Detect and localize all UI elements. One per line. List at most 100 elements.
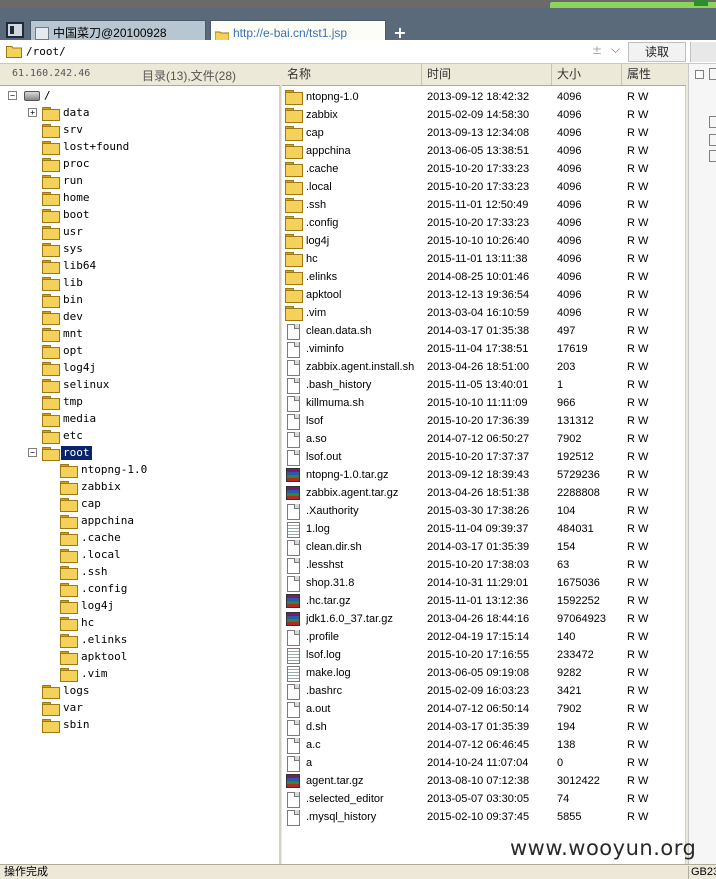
file-row[interactable]: .local 2015-10-20 17:33:23 4096 R W [282, 178, 686, 196]
file-row[interactable]: .profile 2012-04-19 17:15:14 140 R W [282, 628, 686, 646]
file-row[interactable]: zabbix.agent.tar.gz 2013-04-26 18:51:38 22… [282, 484, 686, 502]
column-header-name[interactable]: 名称 [282, 64, 422, 85]
column-header-attr[interactable]: 属性 [622, 64, 686, 85]
file-row[interactable]: jdk1.6.0_37.tar.gz 2013-04-26 18:44:16 970… [282, 610, 686, 628]
tree-item[interactable]: lib [0, 275, 281, 291]
tree-item[interactable]: − / [0, 88, 281, 104]
tree-item[interactable]: mnt [0, 326, 281, 342]
tree-item[interactable]: .ssh [0, 564, 281, 580]
expand-icon[interactable]: + [28, 108, 37, 117]
file-row[interactable]: apktool 2013-12-13 19:36:54 4096 R W [282, 286, 686, 304]
tree-item[interactable]: srv [0, 122, 281, 138]
tree-item[interactable]: proc [0, 156, 281, 172]
file-row[interactable]: .vim 2013-03-04 16:10:59 4096 R W [282, 304, 686, 322]
file-row[interactable]: ntopng-1.0.tar.gz 2013-09-12 18:39:43 5729… [282, 466, 686, 484]
file-row[interactable]: .bashrc 2015-02-09 16:03:23 3421 R W [282, 682, 686, 700]
tree-item[interactable]: zabbix [0, 479, 281, 495]
file-row[interactable]: lsof.out 2015-10-20 17:37:37 192512 R W [282, 448, 686, 466]
file-row[interactable]: a 2014-10-24 11:07:04 0 R W [282, 754, 686, 772]
tree-item[interactable]: lib64 [0, 258, 281, 274]
side-button[interactable] [709, 134, 716, 146]
tree-item[interactable]: log4j [0, 598, 281, 614]
tree-item[interactable]: sys [0, 241, 281, 257]
tree-item[interactable]: .elinks [0, 632, 281, 648]
file-row[interactable]: lsof 2015-10-20 17:36:39 131312 R W [282, 412, 686, 430]
tree-item[interactable]: appchina [0, 513, 281, 529]
file-row[interactable]: a.so 2014-07-12 06:50:27 7902 R W [282, 430, 686, 448]
file-row[interactable]: .viminfo 2015-11-04 17:38:51 17619 R W [282, 340, 686, 358]
tree-item[interactable]: var [0, 700, 281, 716]
file-list[interactable]: ntopng-1.0 2013-09-12 18:42:32 4096 R Wzabb… [282, 86, 686, 864]
file-row[interactable]: ntopng-1.0 2013-09-12 18:42:32 4096 R W [282, 88, 686, 106]
file-row[interactable]: .mysql_history 2015-02-10 09:37:45 5855 R W [282, 808, 686, 826]
tree-item[interactable]: log4j [0, 360, 281, 376]
tree-item[interactable]: .local [0, 547, 281, 563]
side-button[interactable] [709, 68, 716, 80]
tree-item[interactable]: etc [0, 428, 281, 444]
file-row[interactable]: .hc.tar.gz 2015-11-01 13:12:36 1592252 R W [282, 592, 686, 610]
tree-item[interactable]: − root [0, 445, 281, 461]
corner-button[interactable] [694, 0, 708, 6]
file-row[interactable]: appchina 2013-06-05 13:38:51 4096 R W [282, 142, 686, 160]
file-row[interactable]: clean.data.sh 2014-03-17 01:35:38 497 R W [282, 322, 686, 340]
encoding-indicator[interactable]: GB23 [688, 866, 716, 879]
file-row[interactable]: .elinks 2014-08-25 10:01:46 4096 R W [282, 268, 686, 286]
tree-item[interactable]: dev [0, 309, 281, 325]
file-row[interactable]: a.out 2014-07-12 06:50:14 7902 R W [282, 700, 686, 718]
tree-item[interactable]: tmp [0, 394, 281, 410]
tree-item[interactable]: hc [0, 615, 281, 631]
file-row[interactable]: .cache 2015-10-20 17:33:23 4096 R W [282, 160, 686, 178]
tree-item[interactable]: selinux [0, 377, 281, 393]
file-row[interactable]: 1.log 2015-11-04 09:39:37 484031 R W [282, 520, 686, 538]
file-row[interactable]: zabbix 2015-02-09 14:58:30 4096 R W [282, 106, 686, 124]
tree-item[interactable]: ntopng-1.0 [0, 462, 281, 478]
tree-item[interactable]: media [0, 411, 281, 427]
checkbox[interactable] [695, 70, 704, 79]
file-row[interactable]: .ssh 2015-11-01 12:50:49 4096 R W [282, 196, 686, 214]
app-menu-icon[interactable] [6, 22, 24, 38]
tree-item[interactable]: .vim [0, 666, 281, 682]
directory-tree[interactable]: − / + data srv lost+found proc run home boot usr sy… [0, 86, 281, 864]
tree-item[interactable]: boot [0, 207, 281, 223]
file-row[interactable]: lsof.log 2015-10-20 17:16:55 233472 R W [282, 646, 686, 664]
tree-item[interactable]: + data [0, 105, 281, 121]
tree-item[interactable]: sbin [0, 717, 281, 733]
file-row[interactable]: cap 2013-09-13 12:34:08 4096 R W [282, 124, 686, 142]
tree-item[interactable]: opt [0, 343, 281, 359]
file-row[interactable]: .bash_history 2015-11-05 13:40:01 1 R W [282, 376, 686, 394]
tree-item[interactable]: bin [0, 292, 281, 308]
tree-item[interactable]: apktool [0, 649, 281, 665]
tree-item[interactable]: home [0, 190, 281, 206]
tree-item[interactable]: logs [0, 683, 281, 699]
tree-item[interactable]: .config [0, 581, 281, 597]
tree-item[interactable]: usr [0, 224, 281, 240]
file-row[interactable]: .lesshst 2015-10-20 17:38:03 63 R W [282, 556, 686, 574]
read-button[interactable]: 读取 [628, 42, 686, 62]
side-button[interactable] [709, 116, 716, 128]
file-row[interactable]: .selected_editor 2013-05-07 03:30:05 74 R W [282, 790, 686, 808]
file-row[interactable]: .config 2015-10-20 17:33:23 4096 R W [282, 214, 686, 232]
path-input[interactable] [26, 43, 626, 61]
collapse-icon[interactable]: − [8, 91, 17, 100]
file-row[interactable]: agent.tar.gz 2013-08-10 07:12:38 3012422 R … [282, 772, 686, 790]
file-row[interactable]: hc 2015-11-01 13:11:38 4096 R W [282, 250, 686, 268]
tree-item[interactable]: cap [0, 496, 281, 512]
column-header-time[interactable]: 时间 [422, 64, 552, 85]
collapse-icon[interactable]: − [28, 448, 37, 457]
side-button[interactable] [709, 150, 716, 162]
file-row[interactable]: a.c 2014-07-12 06:46:45 138 R W [282, 736, 686, 754]
column-header-size[interactable]: 大小 [552, 64, 622, 85]
tree-item[interactable]: lost+found [0, 139, 281, 155]
file-row[interactable]: d.sh 2014-03-17 01:35:39 194 R W [282, 718, 686, 736]
file-row[interactable]: .Xauthority 2015-03-30 17:38:26 104 R W [282, 502, 686, 520]
chevron-down-icon[interactable]: ⌵ [611, 42, 620, 57]
file-row[interactable]: shop.31.8 2014-10-31 11:29:01 1675036 R W [282, 574, 686, 592]
file-row[interactable]: killmuma.sh 2015-10-10 11:11:09 966 R W [282, 394, 686, 412]
tree-item[interactable]: run [0, 173, 281, 189]
file-row[interactable]: clean.dir.sh 2014-03-17 01:35:39 154 R W [282, 538, 686, 556]
plus-minus-icon[interactable]: ± [592, 43, 602, 57]
file-row[interactable]: zabbix.agent.install.sh 2013-04-26 18:51:… [282, 358, 686, 376]
tree-item[interactable]: .cache [0, 530, 281, 546]
file-row[interactable]: make.log 2013-06-05 09:19:08 9282 R W [282, 664, 686, 682]
file-row[interactable]: log4j 2015-10-10 10:26:40 4096 R W [282, 232, 686, 250]
